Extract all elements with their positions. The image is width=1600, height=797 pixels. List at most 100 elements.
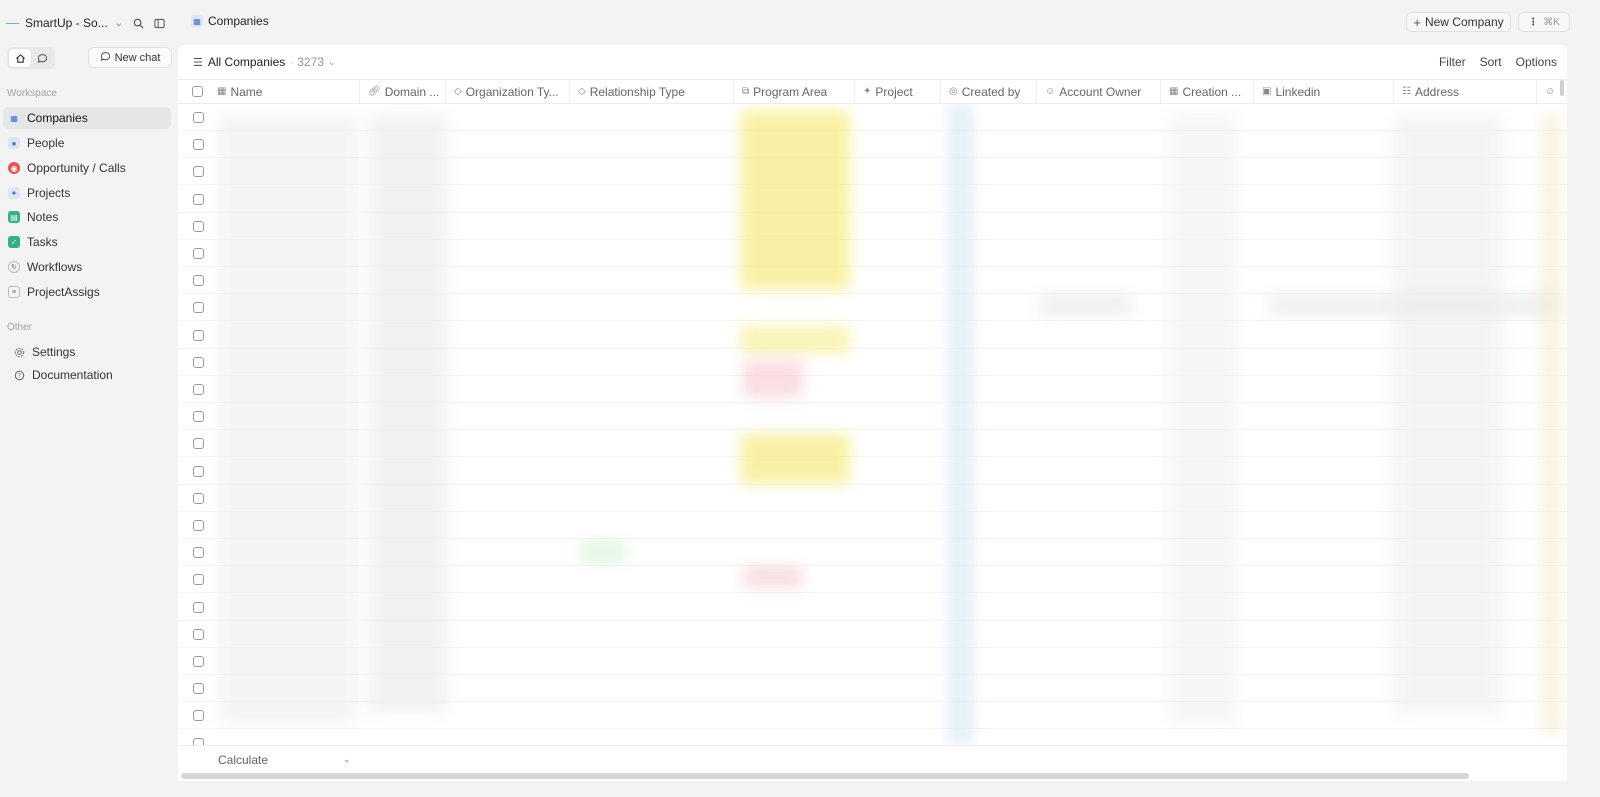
column-label: Program Area	[753, 84, 828, 99]
column-header-address[interactable]: ☷ Address	[1394, 80, 1537, 103]
row-checkbox[interactable]	[193, 220, 204, 232]
linkedin-icon: ▣	[1262, 86, 1272, 97]
chevron-down-icon[interactable]: ⌄	[115, 18, 123, 29]
column-header-project[interactable]: ✦ Project	[855, 80, 941, 103]
shortcut-hint: ⌘K	[1543, 16, 1560, 28]
filter-button[interactable]: Filter	[1439, 55, 1466, 69]
view-name: All Companies	[207, 55, 286, 69]
tags-icon: ◇	[578, 86, 586, 97]
home-icon[interactable]	[9, 49, 31, 67]
chat-bubble-icon[interactable]	[31, 49, 53, 67]
row-checkbox[interactable]	[193, 492, 204, 504]
calendar-icon: ▦	[1169, 86, 1179, 97]
view-bar: ☰ All Companies · 3273 ⌄ Filter Sort Opt…	[178, 45, 1567, 79]
row-checkbox[interactable]	[193, 601, 204, 613]
sidebar-item-label: Tasks	[27, 235, 58, 249]
row-checkbox[interactable]	[193, 438, 204, 450]
sidebar-toggle-icon[interactable]	[154, 18, 165, 29]
select-all-checkbox[interactable]	[192, 86, 203, 97]
column-header-account-owner[interactable]: ☺ Account Owner	[1037, 80, 1161, 103]
sidebar-item-projectassigs[interactable]: ≡ ProjectAssigs	[3, 281, 171, 303]
row-checkbox[interactable]	[193, 547, 204, 559]
sidebar-item-workflows[interactable]: ↻ Workflows	[3, 256, 171, 278]
column-header-linkedin[interactable]: ▣ Linkedin	[1254, 80, 1394, 103]
separator-dot: ·	[290, 55, 295, 69]
row-checkbox[interactable]	[193, 139, 204, 151]
building-icon: ▦	[191, 15, 203, 27]
options-button[interactable]: Options	[1516, 55, 1557, 69]
vertical-scrollbar[interactable]	[1560, 80, 1564, 96]
column-label: Linkedin	[1275, 84, 1321, 99]
sidebar-item-opportunity-calls[interactable]: ◉ Opportunity / Calls	[3, 157, 171, 179]
column-header-organization-type[interactable]: ◇ Organization Ty...	[446, 80, 570, 103]
column-label: Project	[875, 84, 913, 99]
blurred-relationship-tag	[580, 540, 626, 564]
sidebar-item-label: People	[27, 136, 65, 150]
row-checkbox[interactable]	[193, 520, 204, 531]
column-label: Created by	[961, 84, 1021, 99]
row-checkbox[interactable]	[193, 112, 204, 123]
sidebar-item-label: Workflows	[27, 260, 83, 274]
row-checkbox[interactable]	[193, 275, 204, 287]
sort-button[interactable]: Sort	[1480, 55, 1502, 69]
new-company-button[interactable]: + New Company	[1406, 12, 1511, 32]
workspace-switcher[interactable]: SmartUp - So... ⌄	[6, 13, 172, 33]
column-header-program-area[interactable]: ⧉ Program Area	[734, 80, 855, 103]
column-header-name[interactable]: ▦ Name	[209, 80, 360, 103]
row-checkbox[interactable]	[193, 683, 204, 695]
blurred-addresses	[1393, 114, 1503, 714]
blurred-creation-dates	[1168, 114, 1238, 724]
table-body	[178, 104, 1567, 749]
note-icon: ▤	[8, 211, 20, 223]
row-checkbox[interactable]	[193, 574, 204, 586]
layers-icon: ⧉	[742, 86, 750, 97]
sidebar-item-tasks[interactable]: ✓ Tasks	[3, 231, 171, 253]
blurred-domains	[368, 114, 448, 714]
sidebar-item-settings[interactable]: Settings	[3, 341, 171, 363]
sidebar-item-companies[interactable]: ▦ Companies	[3, 107, 171, 129]
view-actions: Filter Sort Options	[1439, 55, 1557, 69]
row-checkbox[interactable]	[193, 465, 204, 477]
building-icon: ▦	[217, 86, 227, 97]
person-icon: ●	[8, 137, 20, 149]
gear-icon	[13, 346, 25, 358]
column-header-creation-date[interactable]: ▦ Creation ...	[1161, 80, 1254, 103]
column-header-relationship-type[interactable]: ◇ Relationship Type	[570, 80, 734, 103]
sidebar-item-notes[interactable]: ▤ Notes	[3, 206, 171, 228]
page-title: Companies	[208, 14, 269, 28]
blurred-names	[218, 114, 358, 724]
calculate-button[interactable]: Calculate	[218, 753, 268, 767]
sidebar: SmartUp - So... ⌄ New chat Workspace ▦ C…	[0, 0, 178, 797]
search-icon[interactable]	[133, 18, 144, 29]
sidebar-item-people[interactable]: ● People	[3, 132, 171, 154]
row-checkbox[interactable]	[193, 628, 204, 640]
tag-icon: ◇	[454, 86, 462, 97]
main-panel: ☰ All Companies · 3273 ⌄ Filter Sort Opt…	[178, 45, 1567, 781]
chat-plus-icon	[100, 51, 111, 65]
workspace-name: SmartUp - So...	[25, 16, 108, 30]
row-checkbox[interactable]	[193, 356, 204, 368]
row-checkbox[interactable]	[193, 656, 204, 667]
horizontal-scrollbar[interactable]	[181, 773, 1469, 779]
sidebar-item-label: Opportunity / Calls	[27, 161, 126, 175]
svg-text:?: ?	[17, 372, 20, 379]
at-icon: ◎	[949, 86, 958, 97]
row-checkbox[interactable]	[193, 329, 204, 341]
sidebar-item-projects[interactable]: ✦ Projects	[3, 182, 171, 204]
more-actions-button[interactable]: ⋮ ⌘K	[1518, 12, 1570, 32]
record-count: 3273	[297, 55, 324, 69]
view-selector[interactable]: ☰ All Companies · 3273 ⌄	[193, 55, 336, 69]
row-checkbox[interactable]	[193, 302, 204, 314]
new-chat-button[interactable]: New chat	[88, 47, 172, 68]
row-checkbox[interactable]	[193, 166, 204, 178]
row-checkbox[interactable]	[193, 193, 204, 205]
row-checkbox[interactable]	[193, 248, 204, 259]
column-header-domain[interactable]: 🔗︎ Domain ...	[360, 80, 446, 103]
row-checkbox[interactable]	[193, 411, 204, 423]
column-header-created-by[interactable]: ◎ Created by	[941, 80, 1037, 103]
row-checkbox[interactable]	[193, 384, 204, 395]
breadcrumb: ▦ Companies	[191, 14, 269, 28]
sidebar-item-documentation[interactable]: ? Documentation	[3, 364, 171, 386]
row-checkbox[interactable]	[193, 710, 204, 722]
chevron-down-icon[interactable]: ⌄	[343, 754, 351, 765]
